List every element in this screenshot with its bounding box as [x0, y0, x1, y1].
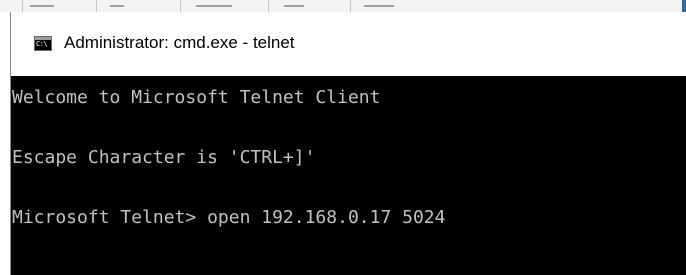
console-output[interactable]: Welcome to Microsoft Telnet Client Escap…: [11, 76, 686, 275]
title-bar[interactable]: C:\ Administrator: cmd.exe - telnet: [11, 12, 686, 76]
cmd-console-icon[interactable]: C:\: [34, 36, 52, 51]
cmd-icon-glyph: C:\: [36, 40, 48, 48]
console-line-welcome: Welcome to Microsoft Telnet Client: [12, 87, 381, 108]
background-window-strip: [0, 0, 686, 12]
console-line-command: Microsoft Telnet> open 192.168.0.17 5024: [12, 207, 446, 228]
console-line-escape: Escape Character is 'CTRL+]': [12, 147, 316, 168]
cmd-window[interactable]: C:\ Administrator: cmd.exe - telnet Welc…: [10, 12, 686, 275]
accent-edge: [682, 0, 686, 12]
window-title: Administrator: cmd.exe - telnet: [64, 33, 295, 52]
